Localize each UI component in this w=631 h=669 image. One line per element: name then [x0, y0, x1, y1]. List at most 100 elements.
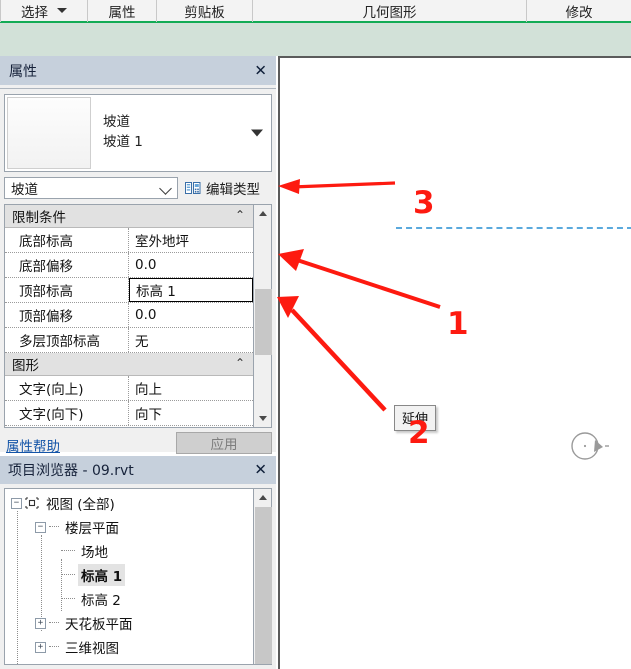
ribbon-panel-strip: 选择 属性 剪贴板 几何图形 修改	[0, 0, 631, 23]
properties-help-link[interactable]: 属性帮助	[6, 435, 60, 455]
scroll-up-button[interactable]	[254, 205, 271, 222]
property-label: 顶部标高	[19, 284, 73, 300]
apply-button-label: 应用	[210, 437, 238, 453]
property-value-cell[interactable]: 向上	[129, 376, 253, 400]
scroll-down-button[interactable]	[254, 410, 271, 427]
project-browser: 项目浏览器 - 09.rvt ✕ − 视图 (全部) − 楼层平面 场地 标高 …	[0, 456, 276, 669]
type-instance-name: 坡道 1	[103, 134, 143, 150]
tree-toggle-icon[interactable]: +	[35, 641, 46, 653]
property-group-header[interactable]: 限制条件 ⌃	[5, 205, 253, 228]
scroll-up-button[interactable]	[254, 489, 271, 506]
ribbon-panel-select[interactable]: 选择	[0, 0, 88, 22]
property-value: 向下	[135, 407, 162, 423]
tree-toggle-icon[interactable]: −	[11, 497, 22, 509]
reference-plane-line[interactable]	[396, 227, 631, 229]
ribbon-panel-geometry-label: 几何图形	[362, 4, 417, 21]
property-value-cell-top-level[interactable]: 标高 1	[129, 278, 253, 302]
property-row-bottom-level[interactable]: 底部标高 室外地坪	[5, 228, 253, 253]
property-grid-scrollbar[interactable]	[253, 204, 272, 428]
tree-node-label: 视图 (全部)	[46, 497, 115, 513]
project-browser-scrollbar[interactable]	[253, 488, 272, 665]
property-row-multistory-top-level[interactable]: 多层顶部标高 无	[5, 328, 253, 353]
tree-node-views[interactable]: − 视图 (全部)	[11, 491, 118, 515]
property-value-cell[interactable]: 向下	[129, 401, 253, 425]
property-value-cell[interactable]: 室外地坪	[129, 228, 253, 252]
tree-node-3d-views[interactable]: + 三维视图	[35, 635, 122, 659]
collapse-icon[interactable]: ⌃	[235, 209, 245, 221]
property-value: 无	[135, 334, 149, 350]
drawing-canvas[interactable]: 延伸	[278, 56, 631, 669]
properties-footer: 属性帮助 应用	[4, 432, 272, 455]
tree-node-label: 标高 1	[78, 564, 126, 586]
property-group-label: 图形	[12, 358, 39, 374]
property-label-cell: 顶部标高	[5, 278, 129, 302]
edit-type-icon	[185, 181, 201, 194]
close-icon[interactable]: ✕	[254, 462, 267, 478]
type-selector[interactable]: 坡道 坡道 1	[4, 94, 272, 172]
chevron-up-icon	[258, 495, 267, 500]
property-row-bottom-offset[interactable]: 底部偏移 0.0	[5, 253, 253, 278]
divider	[0, 85, 276, 89]
tree-node-label: 天花板平面	[65, 617, 133, 633]
chevron-down-icon	[258, 416, 267, 421]
tree-node-label: 标高 2	[81, 593, 121, 609]
type-selector-text: 坡道 坡道 1	[103, 113, 143, 152]
ribbon-panel-clipboard[interactable]: 剪贴板	[157, 0, 253, 22]
property-row-text-down[interactable]: 文字(向下) 向下	[5, 401, 253, 426]
close-icon[interactable]: ✕	[254, 63, 267, 78]
project-browser-tree: − 视图 (全部) − 楼层平面 场地 标高 1 标高 2 + 天花板平面 + …	[4, 488, 253, 665]
tree-connector	[61, 598, 75, 600]
scrollbar-thumb[interactable]	[255, 507, 272, 664]
tree-connector	[49, 526, 59, 528]
category-row: 坡道 编辑类型	[4, 177, 272, 199]
page-title: 属性	[9, 63, 37, 80]
property-label: 底部偏移	[19, 259, 73, 275]
property-value-cell[interactable]: 0.0	[129, 303, 253, 327]
category-combo[interactable]: 坡道	[4, 177, 178, 199]
tree-node-label: 立面 (建筑立面)	[62, 660, 164, 664]
property-row-text-up[interactable]: 文字(向上) 向上	[5, 376, 253, 401]
property-label: 顶部偏移	[19, 309, 73, 325]
property-label-cell: 底部标高	[5, 228, 129, 252]
collapse-icon[interactable]: ⌃	[235, 357, 245, 369]
tree-node-level-2[interactable]: 标高 2	[61, 587, 124, 611]
tree-node-level-1[interactable]: 标高 1	[61, 563, 126, 587]
chevron-down-icon[interactable]	[251, 129, 263, 137]
ribbon-panel-properties[interactable]: 属性	[88, 0, 157, 22]
ribbon-panel-geometry[interactable]: 几何图形	[253, 0, 527, 22]
property-group-label: 限制条件	[12, 210, 66, 226]
property-grid: 限制条件 ⌃ 底部标高 室外地坪 底部偏移 0.0 顶部标高 标高 1 顶部偏移…	[4, 204, 253, 428]
tree-connector	[61, 574, 75, 576]
tree-node-site[interactable]: 场地	[61, 539, 111, 563]
property-label: 文字(向下)	[19, 407, 84, 423]
rotate-control-icon[interactable]	[570, 429, 610, 465]
tree-node-elevations[interactable]: − 立面 (建筑立面)	[35, 659, 164, 664]
property-value: 向上	[135, 382, 162, 398]
tree-connector	[61, 550, 75, 552]
property-label-cell: 底部偏移	[5, 253, 129, 277]
project-browser-titlebar: 项目浏览器 - 09.rvt ✕	[0, 456, 276, 484]
property-group-header-graphics[interactable]: 图形 ⌃	[5, 353, 253, 376]
property-row-top-level[interactable]: 顶部标高 标高 1	[5, 278, 253, 303]
property-value: 标高 1	[136, 284, 176, 300]
tree-connector	[49, 622, 59, 624]
ribbon-panel-modify[interactable]: 修改	[527, 0, 631, 22]
tree-toggle-icon[interactable]: −	[35, 521, 46, 533]
tree-node-floor-plans[interactable]: − 楼层平面	[35, 515, 122, 539]
chevron-down-icon[interactable]	[57, 8, 67, 13]
tree-toggle-icon[interactable]: +	[35, 617, 46, 629]
tree-connector	[17, 511, 18, 664]
property-value-cell[interactable]: 无	[129, 328, 253, 352]
ribbon-panel-clipboard-label: 剪贴板	[184, 4, 225, 21]
view-icon	[25, 497, 39, 509]
property-value-cell[interactable]: 0.0	[129, 253, 253, 277]
property-row-top-offset[interactable]: 顶部偏移 0.0	[5, 303, 253, 328]
chevron-down-icon[interactable]	[159, 182, 172, 195]
edit-type-button[interactable]: 编辑类型	[185, 178, 260, 198]
apply-button[interactable]: 应用	[176, 432, 272, 454]
tree-node-label: 场地	[81, 545, 108, 561]
tree-node-ceiling-plans[interactable]: + 天花板平面	[35, 611, 136, 635]
property-label-cell: 多层顶部标高	[5, 328, 129, 352]
edit-type-label: 编辑类型	[206, 182, 260, 198]
scrollbar-thumb[interactable]	[255, 289, 272, 355]
